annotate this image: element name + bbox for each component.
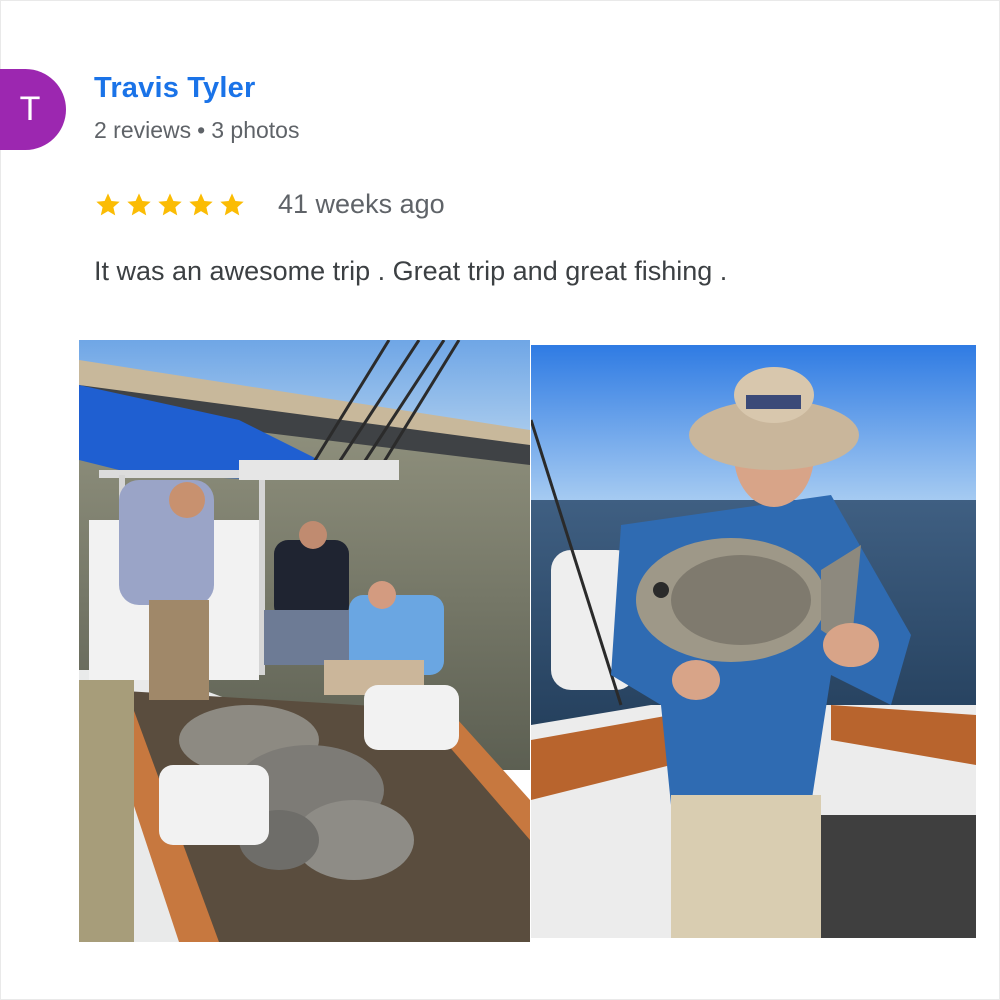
angler-holding-fish-photo-icon: [531, 345, 976, 938]
review-photo-boat-catch[interactable]: [79, 340, 530, 942]
reviews-count: 2 reviews: [94, 117, 192, 143]
star-icon: [220, 193, 244, 216]
star-icon: [158, 193, 182, 216]
avatar-letter: T: [19, 90, 41, 128]
photos-count: 3 photos: [211, 117, 300, 143]
author-name-link[interactable]: Travis Tyler: [94, 72, 255, 105]
star-rating: [94, 191, 246, 219]
star-icon: [189, 193, 213, 216]
review-text: It was an awesome trip . Great trip and …: [94, 256, 728, 286]
boat-fishing-photo-icon: [79, 340, 530, 942]
review-date: 41 weeks ago: [278, 189, 445, 219]
author-meta: 2 reviews • 3 photos: [94, 117, 299, 144]
star-icon: [127, 193, 151, 216]
meta-separator: •: [197, 117, 206, 143]
review-photo-angler[interactable]: [531, 345, 976, 938]
star-icon: [96, 193, 120, 216]
